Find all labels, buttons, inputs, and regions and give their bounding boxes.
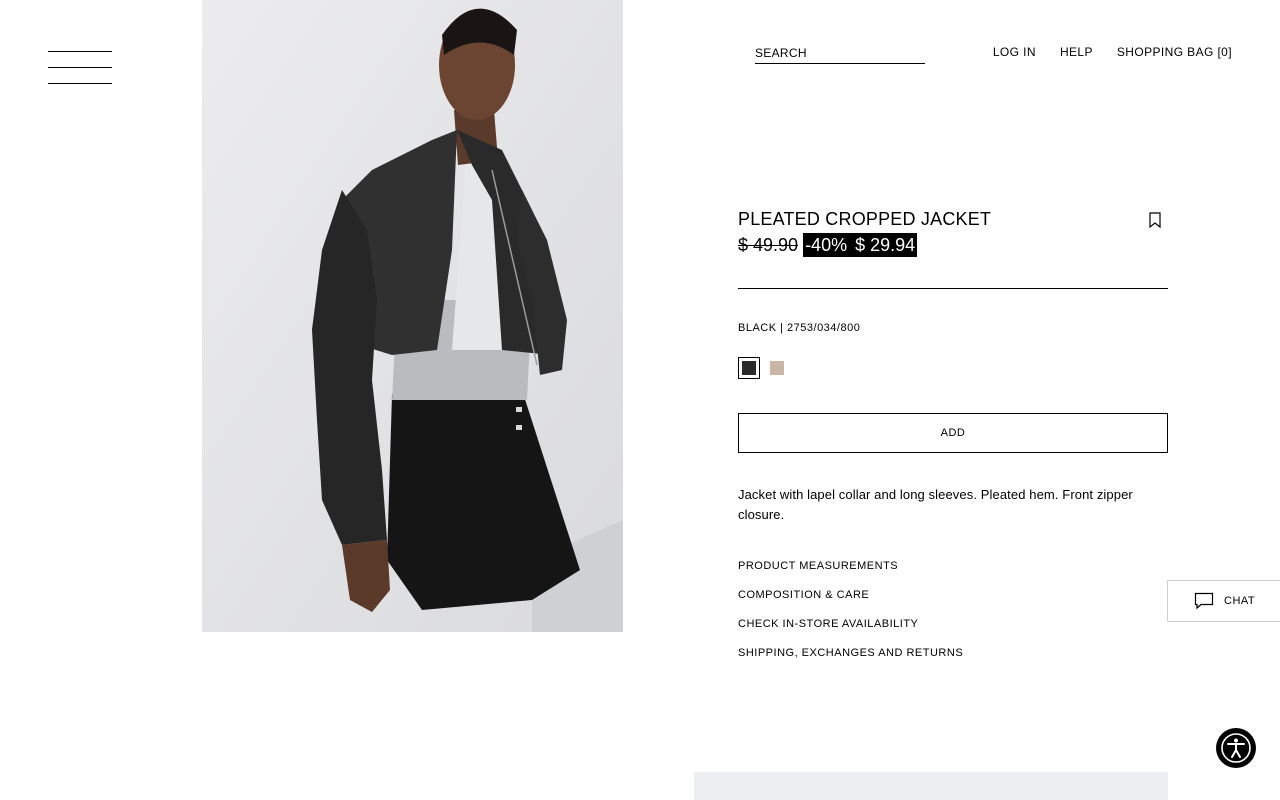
composition-care-link[interactable]: COMPOSITION & CARE	[738, 588, 963, 617]
search-field[interactable]	[755, 44, 925, 64]
price-row: $ 49.90 -40% $ 29.94	[738, 233, 1168, 257]
menu-line	[48, 83, 112, 84]
swatch-color	[742, 361, 756, 375]
shopping-bag-link[interactable]: SHOPPING BAG [0]	[1117, 45, 1232, 59]
original-price: $ 49.90	[738, 235, 799, 255]
menu-line	[48, 67, 112, 68]
color-swatches	[738, 357, 788, 379]
product-photo-illustration	[202, 0, 623, 632]
color-reference: BLACK | 2753/034/800	[738, 322, 861, 334]
product-details-links: PRODUCT MEASUREMENTS COMPOSITION & CARE …	[738, 559, 963, 675]
shipping-returns-link[interactable]: SHIPPING, EXCHANGES AND RETURNS	[738, 646, 963, 675]
next-product-image	[694, 772, 1168, 800]
search-input[interactable]	[755, 46, 925, 60]
swatch-beige[interactable]	[766, 357, 788, 379]
product-image[interactable]	[202, 0, 623, 632]
sale-price-badge: -40% $ 29.94	[803, 233, 918, 257]
sale-price: $ 29.94	[855, 235, 916, 255]
product-info: PLEATED CROPPED JACKET $ 49.90 -40% $ 29…	[738, 208, 1168, 659]
hamburger-menu-icon[interactable]	[48, 51, 112, 85]
swatch-color	[770, 361, 784, 375]
menu-line	[48, 51, 112, 52]
swatch-black[interactable]	[738, 357, 760, 379]
product-title: PLEATED CROPPED JACKET	[738, 209, 992, 229]
chat-label: CHAT	[1224, 595, 1256, 607]
add-to-bag-button[interactable]: ADD	[738, 413, 1168, 453]
bookmark-icon[interactable]	[1148, 212, 1162, 228]
in-store-availability-link[interactable]: CHECK IN-STORE AVAILABILITY	[738, 617, 963, 646]
product-measurements-link[interactable]: PRODUCT MEASUREMENTS	[738, 559, 963, 588]
help-link[interactable]: HELP	[1060, 45, 1093, 59]
chat-button[interactable]: CHAT	[1167, 580, 1280, 622]
divider	[738, 288, 1168, 289]
accessibility-icon	[1221, 733, 1251, 763]
accessibility-button[interactable]	[1216, 728, 1256, 768]
login-link[interactable]: LOG IN	[993, 45, 1036, 59]
product-description: Jacket with lapel collar and long sleeve…	[738, 487, 1133, 522]
chat-bubble-icon	[1194, 592, 1214, 610]
discount-percent: -40%	[805, 235, 848, 255]
top-nav: LOG IN HELP SHOPPING BAG [0]	[993, 45, 1232, 59]
